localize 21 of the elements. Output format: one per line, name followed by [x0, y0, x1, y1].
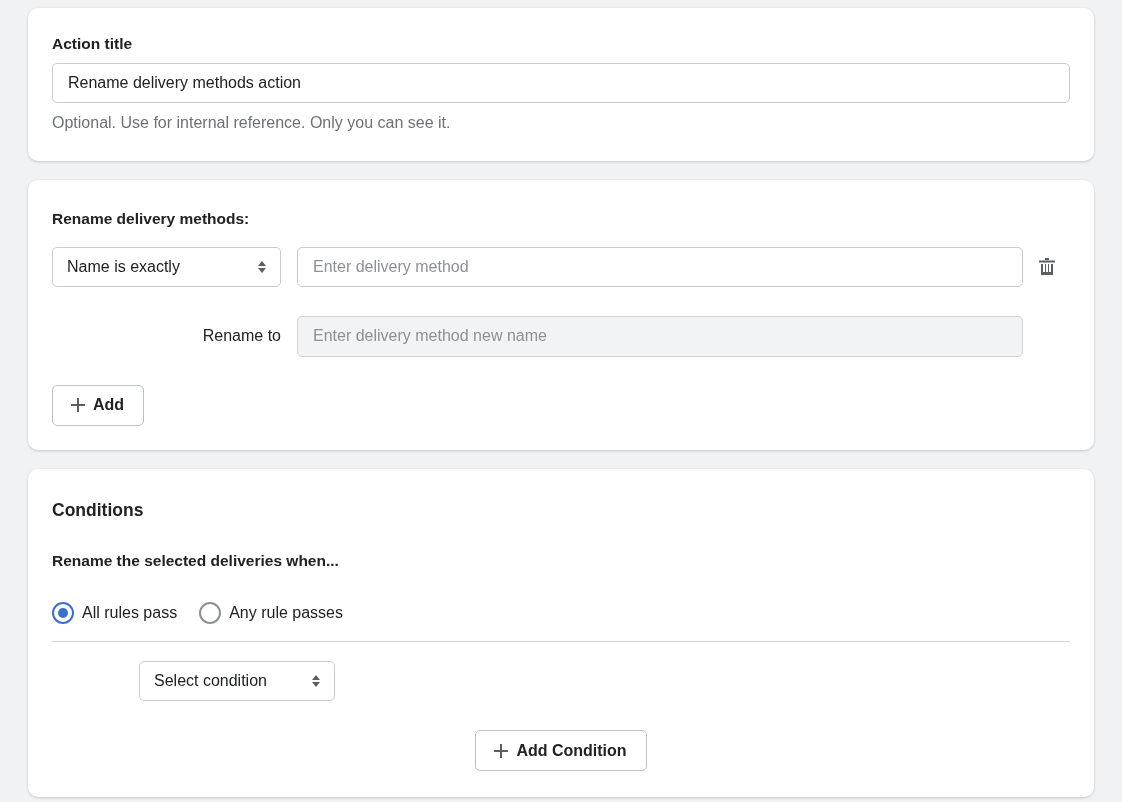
help-text: Optional. Use for internal reference. Only you can see it.: [52, 113, 452, 134]
radio-label[interactable]: Any rule passes: [229, 601, 343, 625]
section-title: Conditions: [52, 498, 145, 522]
field-label: Action title: [52, 34, 134, 54]
plus-icon: [494, 743, 509, 758]
add-button[interactable]: Add: [52, 384, 145, 426]
input-field[interactable]: Enter delivery method: [297, 246, 1023, 287]
radio-button[interactable]: [199, 602, 222, 624]
radio-label[interactable]: All rules pass: [82, 601, 178, 625]
trash-icon[interactable]: [1039, 258, 1055, 275]
field-label: Rename to: [201, 326, 281, 346]
plus-icon: [71, 398, 85, 412]
add-condition-button[interactable]: Add Condition: [475, 730, 647, 771]
input-field[interactable]: Rename delivery methods action: [52, 63, 1070, 104]
up-down-icon: [312, 675, 320, 687]
section-heading: Rename delivery methods:: [52, 209, 251, 230]
up-down-icon: [258, 260, 266, 273]
radio-button[interactable]: [52, 602, 74, 624]
section-subtitle: Rename the selected deliveries when...: [52, 550, 340, 571]
select-dropdown[interactable]: Select condition: [139, 661, 335, 701]
select-dropdown[interactable]: Name is exactly: [52, 246, 281, 287]
